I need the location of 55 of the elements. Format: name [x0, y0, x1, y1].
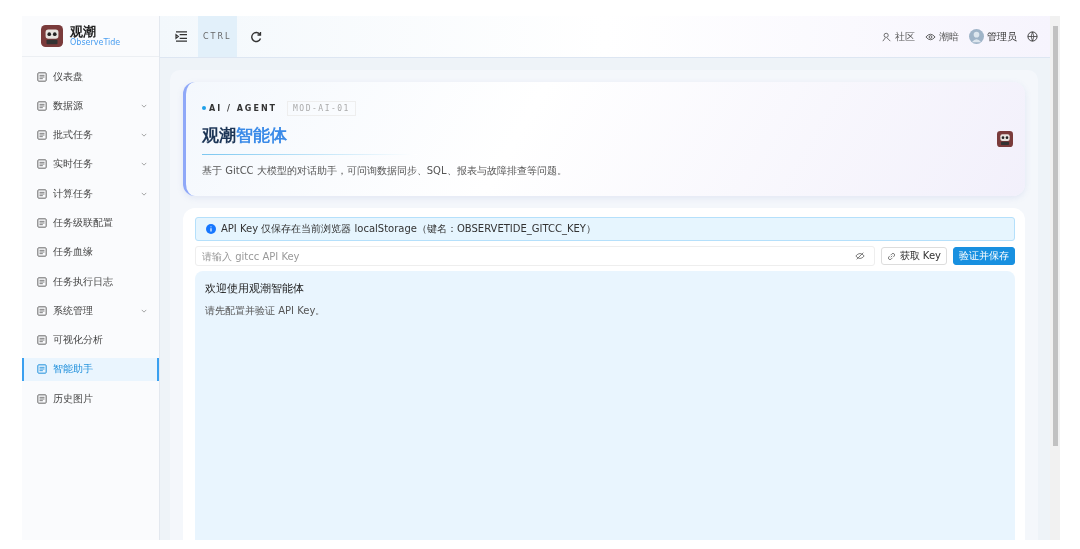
menu-icon	[37, 247, 47, 258]
menu-collapse-icon[interactable]	[175, 31, 188, 42]
sidebar-item[interactable]: 可视化分析	[22, 328, 159, 352]
notice-text: API Key 仅保存在当前浏览器 localStorage（键名：OBSERVETIDE_GITCC_KEY）	[221, 222, 596, 236]
get-key-button[interactable]: 获取 Key	[880, 247, 947, 265]
ctrl-shortcut-label: CTRL	[198, 16, 237, 57]
chevron-down-icon	[141, 191, 147, 196]
avatar-icon	[969, 29, 984, 44]
page-title: 观潮智能体	[202, 123, 288, 147]
chevron-down-icon	[141, 308, 147, 313]
chevron-down-icon	[141, 162, 147, 167]
chevron-down-icon	[141, 103, 147, 108]
globe-icon[interactable]	[1027, 31, 1038, 42]
sidebar-item[interactable]: 任务执行日志	[22, 270, 159, 294]
brand-title: 观潮	[70, 25, 96, 38]
menu-icon	[37, 364, 47, 375]
scrollbar[interactable]	[1050, 16, 1060, 540]
sidebar-item[interactable]: 计算任务	[22, 182, 159, 206]
people-icon	[882, 31, 892, 42]
robot-logo-icon	[41, 25, 63, 47]
brand-subtitle: ObserveTide	[70, 38, 121, 47]
module-code: MOD-AI-01	[287, 100, 356, 116]
refresh-icon[interactable]	[249, 30, 262, 43]
eye-icon	[925, 32, 936, 41]
menu-icon	[37, 159, 47, 170]
menu-icon	[37, 276, 47, 287]
api-key-field[interactable]: 请输入 gitcc API Key	[195, 246, 875, 266]
link-icon	[886, 251, 896, 261]
sidebar-item[interactable]: 任务级联配置	[22, 211, 159, 235]
menu-icon	[37, 218, 47, 228]
eye-off-icon[interactable]	[854, 252, 865, 260]
menu-icon	[37, 335, 47, 346]
module-tag: AI / AGENT	[202, 103, 278, 113]
info-icon	[206, 224, 216, 234]
chat-message: 请先配置并验证 API Key。	[205, 304, 327, 318]
menu-icon	[37, 305, 47, 316]
theme-toggle[interactable]: 潮暗	[925, 29, 959, 44]
menu-icon	[37, 393, 47, 404]
page-description: 基于 GitCC 大模型的对话助手，可问询数据同步、SQL、报表与故障排查等问题。	[202, 163, 568, 178]
robot-icon	[997, 131, 1013, 147]
community-link[interactable]: 社区	[882, 29, 915, 44]
menu-icon	[37, 100, 47, 111]
sidebar-item[interactable]: 历史图片	[22, 387, 159, 411]
user-menu[interactable]: 管理员	[969, 29, 1017, 44]
menu-icon	[37, 71, 47, 82]
sidebar-item[interactable]: 数据源	[22, 94, 159, 118]
sidebar-item[interactable]: 任务血缘	[22, 240, 159, 264]
sidebar-item[interactable]: 实时任务	[22, 152, 159, 176]
sidebar-item[interactable]: 批式任务	[22, 123, 159, 147]
chevron-down-icon	[141, 133, 147, 138]
chat-title: 欢迎使用观潮智能体	[205, 281, 305, 296]
sidebar-item[interactable]: 仪表盘	[22, 65, 159, 88]
menu-icon	[37, 130, 47, 141]
menu-icon	[37, 188, 47, 199]
sidebar-item[interactable]: 系统管理	[22, 299, 159, 323]
